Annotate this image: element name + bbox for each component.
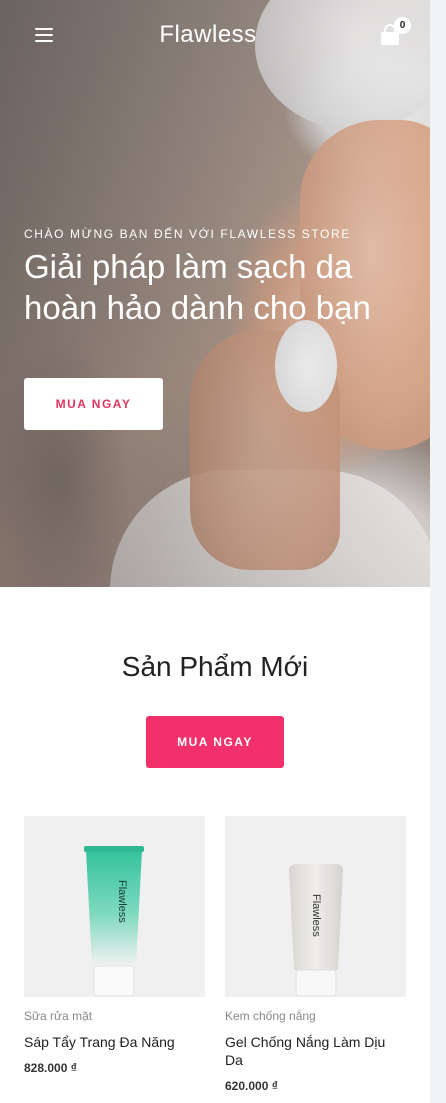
product-price: 828.000 ₫	[24, 1061, 77, 1075]
product-name[interactable]: Gel Chống Nắng Làm Dịu Da	[225, 1033, 406, 1069]
cart-count-badge: 0	[394, 17, 411, 34]
scrollbar-track[interactable]	[430, 0, 446, 1103]
hero-shop-now-button[interactable]: MUA NGAY	[24, 378, 163, 430]
new-products-title: Sản Phẩm Mới	[121, 651, 309, 682]
hero-title: Giải pháp làm sạch da hoàn hảo dành cho …	[24, 248, 371, 326]
new-products-shop-now-button[interactable]: MUA NGAY	[146, 716, 284, 768]
product-image[interactable]: Flawless	[24, 816, 205, 997]
tube-brand-label: Flawless	[116, 880, 128, 923]
product-category: Sữa rửa mặt	[24, 1009, 93, 1023]
product-card[interactable]: Flawless Kem chống nắng Gel Chống Nắng L…	[225, 816, 406, 1093]
product-price: 620.000 ₫	[225, 1079, 278, 1093]
product-tube-image: Flawless	[84, 846, 144, 997]
tube-brand-label: Flawless	[310, 894, 322, 937]
product-name[interactable]: Sáp Tẩy Trang Đa Năng	[24, 1033, 205, 1051]
product-tube-image: Flawless	[289, 864, 343, 997]
brand-logo[interactable]: Flawless	[0, 21, 416, 49]
product-image[interactable]: Flawless	[225, 816, 406, 997]
hero-kicker: CHÀO MỪNG BẠN ĐẾN VỚI FLAWLESS STORE	[24, 227, 351, 241]
page: Flawless 0 CHÀO MỪNG BẠN ĐẾN VỚI FLAWLES…	[0, 0, 430, 1103]
hero-banner: Flawless 0 CHÀO MỪNG BẠN ĐẾN VỚI FLAWLES…	[0, 0, 430, 587]
product-category: Kem chống nắng	[225, 1009, 316, 1023]
product-card[interactable]: Flawless Sữa rửa mặt Sáp Tẩy Trang Đa Nă…	[24, 816, 205, 1075]
